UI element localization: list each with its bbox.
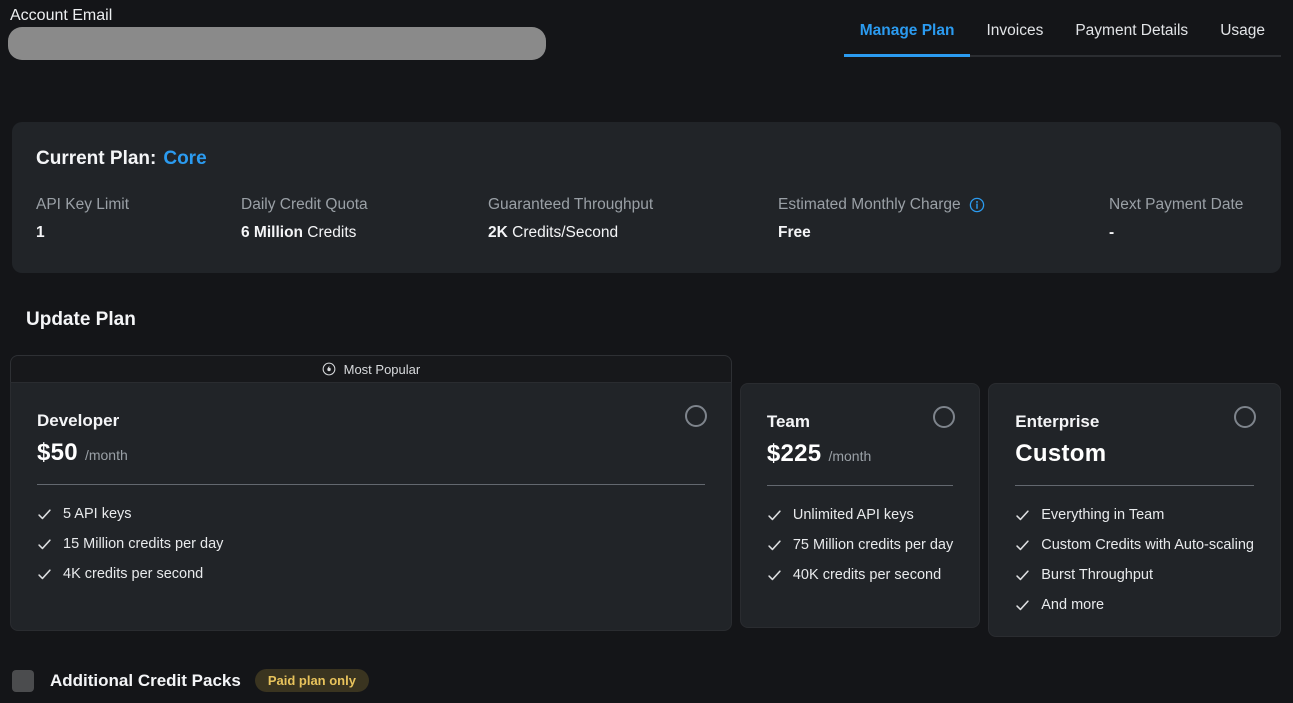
current-plan-name: Core <box>163 148 206 169</box>
stat-value: Free <box>778 224 1109 242</box>
info-icon[interactable] <box>969 197 985 213</box>
plan-feature: 4K credits per second <box>37 566 705 582</box>
credit-packs-row: Additional Credit Packs Paid plan only <box>12 669 369 692</box>
stat-value: 6 Million Credits <box>241 224 488 242</box>
plan-radio-developer[interactable] <box>685 405 707 427</box>
stat-value-strong: 2K <box>488 224 508 241</box>
plan-name: Developer <box>37 411 705 431</box>
stat-guaranteed-throughput: Guaranteed Throughput 2K Credits/Second <box>488 196 778 242</box>
account-email-label: Account Email <box>10 7 112 25</box>
plan-feature: 5 API keys <box>37 506 705 522</box>
plan-feature: And more <box>1015 597 1254 613</box>
feature-text: And more <box>1041 597 1104 613</box>
stat-api-key-limit: API Key Limit 1 <box>36 196 241 242</box>
current-plan-stats: API Key Limit 1 Daily Credit Quota 6 Mil… <box>36 196 1257 242</box>
plan-feature: Burst Throughput <box>1015 567 1254 583</box>
plan-feature: Custom Credits with Auto-scaling <box>1015 537 1254 553</box>
plan-feature: Everything in Team <box>1015 507 1254 523</box>
stat-daily-credit-quota: Daily Credit Quota 6 Million Credits <box>241 196 488 242</box>
check-icon <box>1015 538 1030 553</box>
divider <box>767 485 953 486</box>
stat-value-rest: Credits <box>303 224 356 241</box>
stat-value: 1 <box>36 224 241 242</box>
plan-price-row: Custom <box>1015 440 1254 468</box>
plan-price: Custom <box>1015 440 1106 468</box>
stat-next-payment-date: Next Payment Date - <box>1109 196 1257 242</box>
stat-label: Guaranteed Throughput <box>488 196 778 214</box>
stat-label-text: Next Payment Date <box>1109 196 1243 214</box>
plan-feature: Unlimited API keys <box>767 507 953 523</box>
plan-feature: 40K credits per second <box>767 567 953 583</box>
stat-label-text: Estimated Monthly Charge <box>778 196 961 214</box>
plans-row: Most Popular Developer $50 /month 5 API … <box>10 355 1281 637</box>
current-plan-title: Current Plan: Core <box>36 148 1257 170</box>
stat-label-text: Daily Credit Quota <box>241 196 368 214</box>
feature-text: Burst Throughput <box>1041 567 1153 583</box>
check-icon <box>1015 598 1030 613</box>
check-icon <box>37 567 52 582</box>
check-icon <box>767 538 782 553</box>
current-plan-card: Current Plan: Core API Key Limit 1 Daily … <box>12 122 1281 273</box>
check-icon <box>37 537 52 552</box>
plan-price-row: $225 /month <box>767 440 953 468</box>
stat-estimated-monthly-charge: Estimated Monthly Charge Free <box>778 196 1109 242</box>
plan-price: $225 <box>767 440 822 468</box>
feature-text: 75 Million credits per day <box>793 537 953 553</box>
divider <box>37 484 705 485</box>
stat-label-text: API Key Limit <box>36 196 129 214</box>
plan-name: Enterprise <box>1015 412 1254 432</box>
plan-price-row: $50 /month <box>37 439 705 467</box>
stat-label: Estimated Monthly Charge <box>778 196 1109 214</box>
credit-packs-label: Additional Credit Packs <box>50 671 241 691</box>
plan-price: $50 <box>37 439 78 467</box>
plan-radio-enterprise[interactable] <box>1234 406 1256 428</box>
feature-text: Unlimited API keys <box>793 507 914 523</box>
feature-text: Custom Credits with Auto-scaling <box>1041 537 1254 553</box>
plan-period: /month <box>828 448 871 464</box>
tab-invoices[interactable]: Invoices <box>970 16 1059 55</box>
check-icon <box>37 507 52 522</box>
check-icon <box>767 508 782 523</box>
credit-packs-checkbox[interactable] <box>12 670 34 692</box>
stat-value-strong: 1 <box>36 224 45 241</box>
check-icon <box>1015 568 1030 583</box>
plan-card-team[interactable]: Team $225 /month Unlimited API keys 75 M… <box>740 383 980 628</box>
flame-icon <box>322 362 336 376</box>
account-email-input[interactable] <box>8 27 546 60</box>
feature-text: Everything in Team <box>1041 507 1164 523</box>
stat-label: API Key Limit <box>36 196 241 214</box>
stat-value-rest: Credits/Second <box>508 224 618 241</box>
tab-payment-details[interactable]: Payment Details <box>1059 16 1204 55</box>
plan-card-body[interactable]: Developer $50 /month 5 API keys 15 Milli… <box>10 382 732 631</box>
update-plan-heading: Update Plan <box>26 309 136 331</box>
feature-text: 15 Million credits per day <box>63 536 223 552</box>
tab-usage[interactable]: Usage <box>1204 16 1281 55</box>
feature-text: 40K credits per second <box>793 567 941 583</box>
check-icon <box>767 568 782 583</box>
plan-card-developer: Most Popular Developer $50 /month 5 API … <box>10 355 732 631</box>
most-popular-label: Most Popular <box>344 362 421 377</box>
plan-feature: 75 Million credits per day <box>767 537 953 553</box>
feature-text: 4K credits per second <box>63 566 203 582</box>
feature-text: 5 API keys <box>63 506 132 522</box>
stat-value: 2K Credits/Second <box>488 224 778 242</box>
check-icon <box>1015 508 1030 523</box>
stat-value: - <box>1109 224 1257 242</box>
plan-name: Team <box>767 412 953 432</box>
divider <box>1015 485 1254 486</box>
current-plan-title-prefix: Current Plan: <box>36 148 156 169</box>
paid-plan-only-badge: Paid plan only <box>255 669 369 692</box>
stat-label: Next Payment Date <box>1109 196 1257 214</box>
plan-feature: 15 Million credits per day <box>37 536 705 552</box>
stat-label-text: Guaranteed Throughput <box>488 196 653 214</box>
stat-value-strong: 6 Million <box>241 224 303 241</box>
stat-value-strong: - <box>1109 224 1114 241</box>
tab-manage-plan[interactable]: Manage Plan <box>844 16 971 57</box>
plan-period: /month <box>85 447 128 463</box>
most-popular-banner: Most Popular <box>10 355 732 382</box>
billing-tabs: Manage Plan Invoices Payment Details Usa… <box>844 16 1281 57</box>
stat-value-strong: Free <box>778 224 811 241</box>
stat-label: Daily Credit Quota <box>241 196 488 214</box>
plan-card-enterprise[interactable]: Enterprise Custom Everything in Team Cus… <box>988 383 1281 637</box>
